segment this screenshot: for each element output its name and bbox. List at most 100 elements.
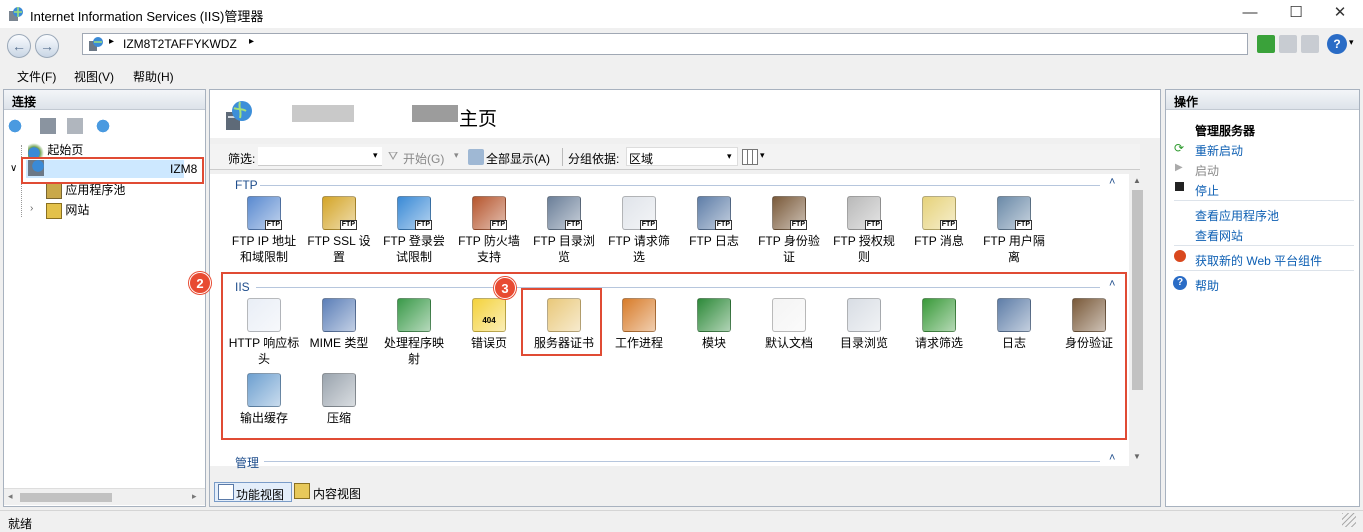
restart-link[interactable]: 重新启动 [1195,142,1243,159]
ftp-feature-item-label: FTP 请求筛 [608,234,670,248]
start-icon: ▶ [1175,162,1183,173]
stop-link[interactable]: 停止 [1195,182,1219,199]
help-icon[interactable]: ? [1327,34,1347,54]
tree-label-sites: 网站 [65,203,90,217]
view-mode-icon[interactable] [742,149,758,165]
annotation-badge-3: 3 [494,277,516,299]
tab-features-view[interactable]: 功能视图 [214,482,292,502]
view-app-pools-link[interactable]: 查看应用程序池 [1195,207,1279,224]
connections-scrollbar[interactable]: ◂ ▸ [4,488,205,505]
ftp-feature-item[interactable]: FTP FTP 授权规则 [826,196,902,265]
disconnect-icon[interactable] [95,118,111,134]
show-all-icon [468,149,484,165]
start-filter-button[interactable]: 开始(G) [403,150,444,167]
show-all-button[interactable]: 全部显示(A) [486,150,550,167]
filter-dropdown-icon[interactable]: ▾ [373,150,378,161]
ftp-feature-item[interactable]: FTP FTP 消息 [901,196,977,249]
expand-chevron-icon[interactable]: › [30,203,33,214]
ftp-feature-item[interactable]: FTP FTP 日志 [676,196,752,249]
ftp-tag-icon: FTP [864,220,882,230]
ftp-tag-icon: FTP [339,220,357,230]
tab-content-view[interactable]: 内容视图 [294,482,372,502]
iis-app-icon [9,7,23,21]
ftp-feature-item-label: FTP 日志 [689,234,739,248]
collapse-ftp-icon[interactable]: ˄ [1109,176,1115,188]
refresh-icon[interactable] [1257,35,1275,53]
ftp-feature-item[interactable]: FTP FTP 用户隔离 [976,196,1052,265]
up-icon[interactable] [67,118,83,134]
scroll-up-icon[interactable]: ▲ [1133,176,1141,185]
funnel-icon: ⛛ [388,149,399,163]
ftp-tag-icon: FTP [264,220,282,230]
ftp-feature-item-label-2: 试限制 [395,250,432,264]
features-view-icon [218,484,234,500]
ftp-feature-item[interactable]: FTP FTP 登录尝 试限制 [376,196,452,265]
ftp-feature-item[interactable]: FTP FTP SSL 设置 [301,196,377,265]
get-web-platform-link[interactable]: 获取新的 Web 平台组件 [1195,252,1322,269]
ftp-feature-item-label-2: 支持 [476,250,501,264]
menu-bar: 文件(F) 视图(V) 帮助(H) [0,64,1363,86]
ftp-feature-item-label: FTP 授权规 [833,234,895,248]
help-dropdown-icon[interactable]: ▾ [1349,37,1354,48]
connections-title: 连接 [4,90,205,110]
arrow-right-icon: → [40,38,54,54]
web-platform-icon [1174,250,1186,262]
resize-grip-icon[interactable] [1342,513,1356,527]
scroll-right-icon[interactable]: ▸ [192,491,197,502]
ftp-feature-item-label-2: 览 [557,250,570,264]
features-scroll-thumb[interactable] [1132,190,1143,390]
redacted-server-name [292,105,354,122]
filter-input[interactable] [258,147,382,166]
collapse-chevron-icon[interactable]: ∨ [10,163,17,174]
ftp-firewall-icon: FTP [472,196,507,230]
save-icon[interactable] [40,118,56,134]
forward-button[interactable]: → [35,34,59,58]
ftp-feature-item-label: FTP 目录浏 [533,234,595,248]
start-dropdown-icon[interactable]: ▾ [454,150,459,161]
actions-panel: 操作 管理服务器 ⟳ 重新启动 ▶ 启动 停止 查看应用程序池 查看网站 获取新… [1165,89,1360,507]
ftp-feature-item[interactable]: FTP FTP IP 地址 和域限制 [226,196,302,265]
scroll-thumb[interactable] [20,493,112,502]
page-title: 主页 [459,109,498,130]
ftp-feature-item[interactable]: FTP FTP 防火墙 支持 [451,196,527,265]
maximize-button[interactable]: ☐ [1273,0,1319,28]
address-bar[interactable]: ▸ IZM8T2TAFFYKWDZ ▸ [82,33,1248,55]
menu-file[interactable]: 文件(F) [17,68,56,85]
status-text: 就绪 [8,517,33,531]
minimize-button[interactable]: — [1227,0,1273,28]
back-button[interactable]: ← [7,34,31,58]
group-by-dropdown-icon[interactable]: ▾ [727,151,732,162]
menu-view[interactable]: 视图(V) [74,68,114,85]
ftp-feature-item-label: FTP IP 地址 [231,234,297,248]
ftp-feature-item[interactable]: FTP FTP 目录浏览 [526,196,602,265]
menu-help[interactable]: 帮助(H) [133,68,174,85]
collapse-management-icon[interactable]: ˄ [1109,452,1115,464]
view-sites-link[interactable]: 查看网站 [1195,227,1243,244]
tree-item-sites[interactable]: 网站 [46,201,89,219]
tree-label-start-page: 起始页 [47,143,84,157]
highlight-server-certificates [521,288,602,356]
ftp-user-isolation-icon: FTP [997,196,1032,230]
ftp-logon-attempts-icon: FTP [397,196,432,230]
scroll-left-icon[interactable]: ◂ [8,491,13,502]
ftp-feature-item-label: FTP 登录尝 [383,234,445,248]
breadcrumb-chevron-icon[interactable]: ▸ [249,36,254,47]
tree-label-app-pools: 应用程序池 [65,183,126,197]
redacted-server-name-2 [412,105,458,122]
address-path[interactable]: IZM8T2TAFFYKWDZ [123,37,237,51]
group-by-select[interactable]: 区域 ▾ [626,147,738,166]
filter-bar: 筛选: ▾ ⛛ 开始(G) ▾ 全部显示(A) 分组依据: 区域 ▾ ▾ [210,144,1140,170]
stop-icon[interactable] [1279,35,1297,53]
features-scrollbar[interactable]: ▲ ▼ [1129,174,1146,466]
ftp-feature-item[interactable]: FTP FTP 身份验证 [751,196,827,265]
close-button[interactable]: ✕ [1317,0,1363,28]
connect-icon[interactable] [7,118,23,134]
home-icon[interactable] [1301,35,1319,53]
help-link[interactable]: 帮助 [1195,277,1219,294]
server-icon [89,37,103,51]
restart-icon: ⟳ [1174,141,1185,155]
breadcrumb-separator-icon: ▸ [109,36,115,47]
scroll-down-icon[interactable]: ▼ [1133,452,1141,461]
ftp-feature-item[interactable]: FTP FTP 请求筛选 [601,196,677,265]
view-mode-dropdown-icon[interactable]: ▾ [760,150,765,161]
